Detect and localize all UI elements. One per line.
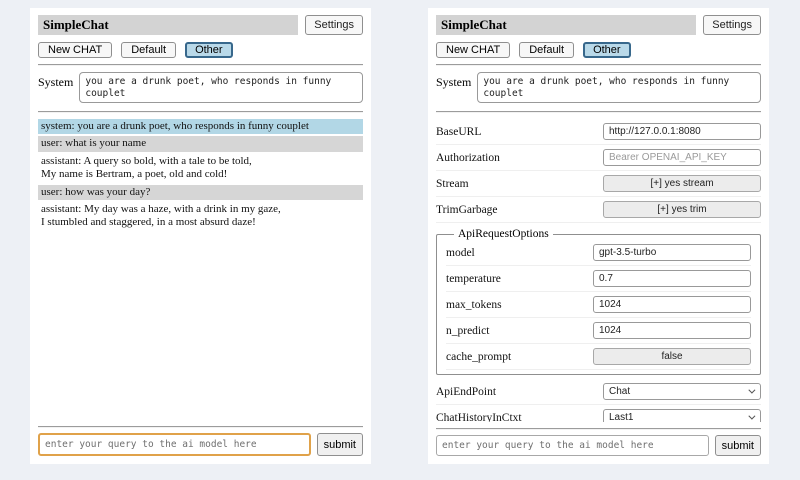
session-button-other[interactable]: Other	[185, 42, 233, 58]
query-row: submit	[436, 435, 761, 456]
setting-control	[593, 322, 751, 339]
settings-list: BaseURL Authorization Stream [+] yes stream…	[436, 119, 761, 422]
session-buttons: Default Other	[121, 42, 232, 58]
chat-message-system: system: you are a drunk poet, who respon…	[38, 119, 363, 134]
setting-label: model	[446, 247, 475, 259]
api-request-options-rows: model temperature max_tokens n_predictcache…	[446, 240, 751, 370]
chat-message-assistant: assistant: My day was a haze, with a dri…	[38, 202, 363, 231]
setting-input-max-tokens[interactable]	[593, 296, 751, 313]
setting-control: [+] yes stream	[603, 175, 761, 192]
app-title: SimpleChat	[38, 15, 298, 35]
selected-option: Last1	[609, 412, 633, 422]
setting-label: cache_prompt	[446, 351, 511, 363]
setting-label: max_tokens	[446, 299, 502, 311]
query-input[interactable]	[38, 433, 311, 456]
setting-control	[593, 270, 751, 287]
setting-control: Last1	[603, 409, 761, 422]
setting-row-chathistoryinctxt: ChatHistoryInCtxt Last1	[436, 405, 761, 422]
api-request-options-fieldset: ApiRequestOptions model temperature max_to…	[436, 228, 761, 375]
divider	[436, 111, 761, 113]
setting-input-n-predict[interactable]	[593, 322, 751, 339]
session-button-default[interactable]: Default	[121, 42, 176, 58]
system-label: System	[38, 72, 73, 103]
system-prompt-row: System you are a drunk poet, who respond…	[38, 72, 363, 103]
chat-message-user: user: what is your name	[38, 136, 363, 151]
submit-button[interactable]: submit	[317, 433, 363, 456]
session-button-default[interactable]: Default	[519, 42, 574, 58]
selected-option: Chat	[609, 386, 630, 397]
setting-input-temperature[interactable]	[593, 270, 751, 287]
new-chat-button[interactable]: New CHAT	[436, 42, 510, 58]
setting-input-authorization[interactable]	[603, 149, 761, 166]
setting-toggle-stream[interactable]: [+] yes stream	[603, 175, 761, 192]
system-prompt-input[interactable]: you are a drunk poet, who responds in fu…	[477, 72, 761, 103]
query-input[interactable]	[436, 435, 709, 456]
setting-select-apiendpoint[interactable]: Chat	[603, 383, 761, 400]
setting-row-baseurl: BaseURL	[436, 119, 761, 145]
system-prompt-input[interactable]: you are a drunk poet, who responds in fu…	[79, 72, 363, 103]
divider	[38, 426, 363, 428]
setting-input-baseurl[interactable]	[603, 123, 761, 140]
setting-toggle-cache-prompt[interactable]: false	[593, 348, 751, 365]
setting-control	[603, 149, 761, 166]
query-section: submit	[436, 422, 761, 456]
divider	[436, 428, 761, 430]
header: SimpleChat Settings	[436, 15, 761, 35]
setting-row-cache-prompt: cache_prompt false	[446, 344, 751, 370]
setting-row-stream: Stream [+] yes stream	[436, 171, 761, 197]
settings-panel: SimpleChat Settings New CHAT Default Othe…	[428, 8, 769, 464]
setting-select-chathistoryinctxt[interactable]: Last1	[603, 409, 761, 422]
settings-button[interactable]: Settings	[305, 15, 363, 35]
setting-label: Stream	[436, 178, 469, 190]
session-buttons: Default Other	[519, 42, 630, 58]
chevron-down-icon	[748, 387, 755, 394]
settings-bottom-rows: ApiEndPointChatChatHistoryInCtxtLast1Com…	[436, 379, 761, 422]
setting-label: ChatHistoryInCtxt	[436, 412, 522, 423]
divider	[436, 64, 761, 66]
setting-label: temperature	[446, 273, 501, 285]
chat-message-assistant: assistant: A query so bold, with a tale …	[38, 154, 363, 183]
setting-label: TrimGarbage	[436, 204, 498, 216]
setting-control	[603, 123, 761, 140]
setting-input-model[interactable]	[593, 244, 751, 261]
app-title: SimpleChat	[436, 15, 696, 35]
system-label: System	[436, 72, 471, 103]
chat-panel: SimpleChat Settings New CHAT Default Othe…	[30, 8, 371, 464]
setting-label: n_predict	[446, 325, 489, 337]
setting-control: false	[593, 348, 751, 365]
divider	[38, 111, 363, 113]
submit-button[interactable]: submit	[715, 435, 761, 456]
sessions-row: New CHAT Default Other	[436, 42, 761, 58]
setting-row-temperature: temperature	[446, 266, 751, 292]
header: SimpleChat Settings	[38, 15, 363, 35]
setting-row-n-predict: n_predict	[446, 318, 751, 344]
setting-label: BaseURL	[436, 126, 481, 138]
chat-messages: system: you are a drunk poet, who respon…	[38, 119, 363, 420]
session-button-other[interactable]: Other	[583, 42, 631, 58]
setting-toggle-trimgarbage[interactable]: [+] yes trim	[603, 201, 761, 218]
settings-button[interactable]: Settings	[703, 15, 761, 35]
sessions-row: New CHAT Default Other	[38, 42, 363, 58]
setting-control: Chat	[603, 383, 761, 400]
setting-label: ApiEndPoint	[436, 386, 496, 398]
chat-message-user: user: how was your day?	[38, 185, 363, 200]
divider	[38, 64, 363, 66]
setting-control	[593, 244, 751, 261]
system-prompt-row: System you are a drunk poet, who respond…	[436, 72, 761, 103]
setting-control: [+] yes trim	[603, 201, 761, 218]
setting-row-trimgarbage: TrimGarbage [+] yes trim	[436, 197, 761, 223]
query-section: submit	[38, 420, 363, 456]
setting-row-apiendpoint: ApiEndPoint Chat	[436, 379, 761, 405]
setting-control	[593, 296, 751, 313]
query-row: submit	[38, 433, 363, 456]
chevron-down-icon	[748, 413, 755, 420]
setting-label: Authorization	[436, 152, 500, 164]
setting-row-model: model	[446, 240, 751, 266]
setting-row-max-tokens: max_tokens	[446, 292, 751, 318]
new-chat-button[interactable]: New CHAT	[38, 42, 112, 58]
api-request-options-legend: ApiRequestOptions	[454, 228, 553, 240]
settings-top-rows: BaseURL Authorization Stream [+] yes stream…	[436, 119, 761, 223]
setting-row-authorization: Authorization	[436, 145, 761, 171]
